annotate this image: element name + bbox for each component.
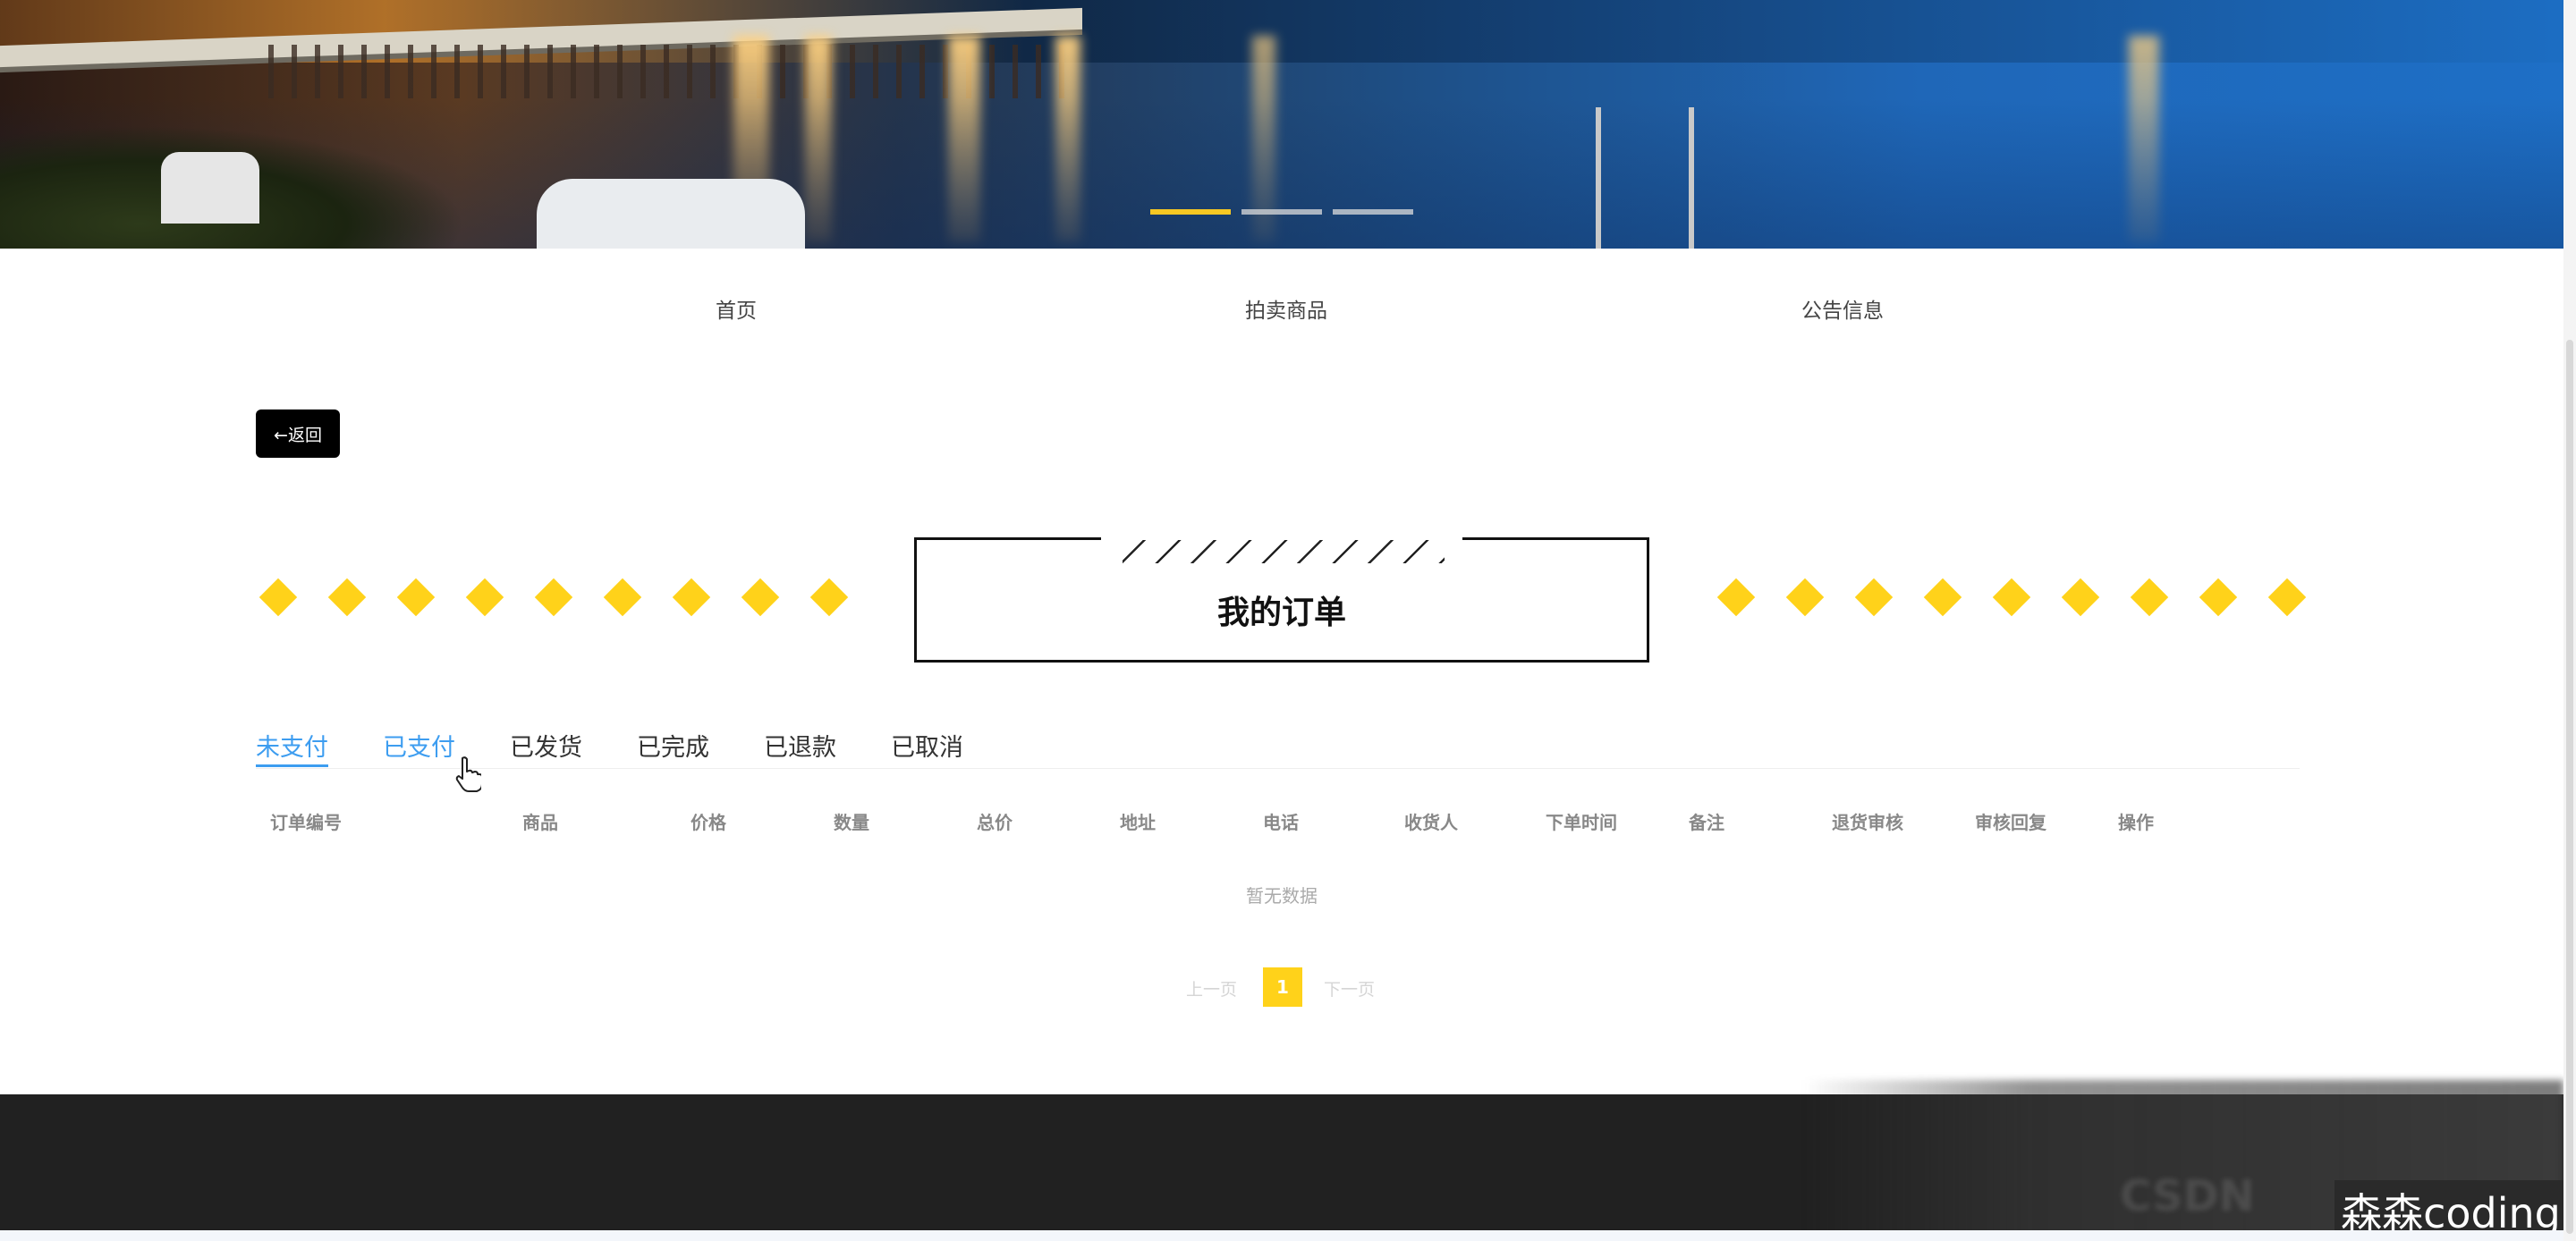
diamond-ornament [534, 578, 573, 617]
diamond-ornament [465, 578, 504, 617]
column-header-return-review: 退货审核 [1832, 812, 1903, 833]
banner-boat [161, 152, 259, 224]
page-title-box: 我的订单 [914, 535, 1649, 663]
diamond-ornament [2267, 578, 2307, 617]
tab-unpaid[interactable]: 未支付 [256, 728, 328, 767]
banner-mast [1689, 107, 1694, 249]
diamond-ornament [327, 578, 367, 617]
pagination: 上一页 1 下一页 [1181, 967, 1395, 1007]
next-page-button[interactable]: 下一页 [1324, 976, 1375, 1000]
tab-completed[interactable]: 已完成 [637, 728, 709, 767]
diamond-ornament [741, 578, 780, 617]
column-header-product: 商品 [522, 812, 558, 833]
diamond-ornament [2061, 578, 2100, 617]
column-header-recipient: 收货人 [1404, 812, 1458, 833]
order-status-tabs: 未支付 已支付 已发货 已完成 已退款 已取消 [256, 722, 2300, 769]
diamond-ornament [258, 578, 298, 617]
column-header-review-reply: 审核回复 [1975, 812, 2046, 833]
diamond-ornament [2130, 578, 2169, 617]
title-hatch-decoration [1123, 540, 1445, 563]
title-diamonds-right [1716, 578, 2343, 617]
carousel-indicators [1150, 209, 1413, 215]
tab-cancelled[interactable]: 已取消 [891, 728, 963, 767]
nav-item-announcements[interactable]: 公告信息 [1801, 293, 1884, 324]
nav-item-home[interactable]: 首页 [716, 293, 757, 324]
column-header-order-time: 下单时间 [1546, 812, 1617, 833]
column-header-remark: 备注 [1689, 812, 1724, 833]
carousel-dot-2[interactable] [1241, 209, 1322, 215]
column-header-phone: 电话 [1263, 812, 1299, 833]
prev-page-button[interactable]: 上一页 [1186, 976, 1237, 1000]
table-empty-text: 暂无数据 [1246, 885, 1318, 907]
hero-banner [0, 0, 2563, 249]
tab-shipped[interactable]: 已发货 [510, 728, 582, 767]
page-title: 我的订单 [1216, 595, 1346, 631]
tab-paid[interactable]: 已支付 [383, 728, 455, 767]
column-header-actions: 操作 [2118, 812, 2154, 833]
diamond-ornament [1854, 578, 1894, 617]
footer-blurred-mark: CSDN [2120, 1171, 2255, 1221]
hand-cursor-icon [455, 756, 481, 792]
column-header-order-number: 订单编号 [270, 812, 342, 833]
diamond-ornament [1992, 578, 2031, 617]
diamond-ornament [1923, 578, 1962, 617]
orders-table-header: 订单编号 商品 价格 数量 总价 地址 电话 收货人 下单时间 备注 退货审核 … [256, 805, 2300, 840]
back-button[interactable]: ←返回 [256, 409, 340, 458]
diamond-ornament [1785, 578, 1825, 617]
column-header-address: 地址 [1120, 812, 1156, 833]
carousel-dot-1[interactable] [1150, 209, 1231, 215]
main-nav: 首页 拍卖商品 公告信息 [0, 249, 2563, 365]
tab-refunded[interactable]: 已退款 [764, 728, 836, 767]
diamond-ornament [809, 578, 849, 617]
column-header-total: 总价 [977, 812, 1013, 833]
diamond-ornament [1716, 578, 1756, 617]
scrollbar-thumb[interactable] [2566, 340, 2573, 1234]
banner-yacht [537, 179, 805, 249]
bottom-strip [0, 1230, 2563, 1241]
page-number-button[interactable]: 1 [1263, 967, 1302, 1007]
column-header-quantity: 数量 [834, 812, 869, 833]
banner-mast [1596, 107, 1601, 249]
diamond-ornament [396, 578, 436, 617]
title-diamonds-left [258, 578, 885, 617]
nav-item-auction-goods[interactable]: 拍卖商品 [1245, 293, 1327, 324]
column-header-price: 价格 [691, 812, 726, 833]
carousel-dot-3[interactable] [1333, 209, 1413, 215]
diamond-ornament [603, 578, 642, 617]
diamond-ornament [672, 578, 711, 617]
diamond-ornament [2199, 578, 2238, 617]
